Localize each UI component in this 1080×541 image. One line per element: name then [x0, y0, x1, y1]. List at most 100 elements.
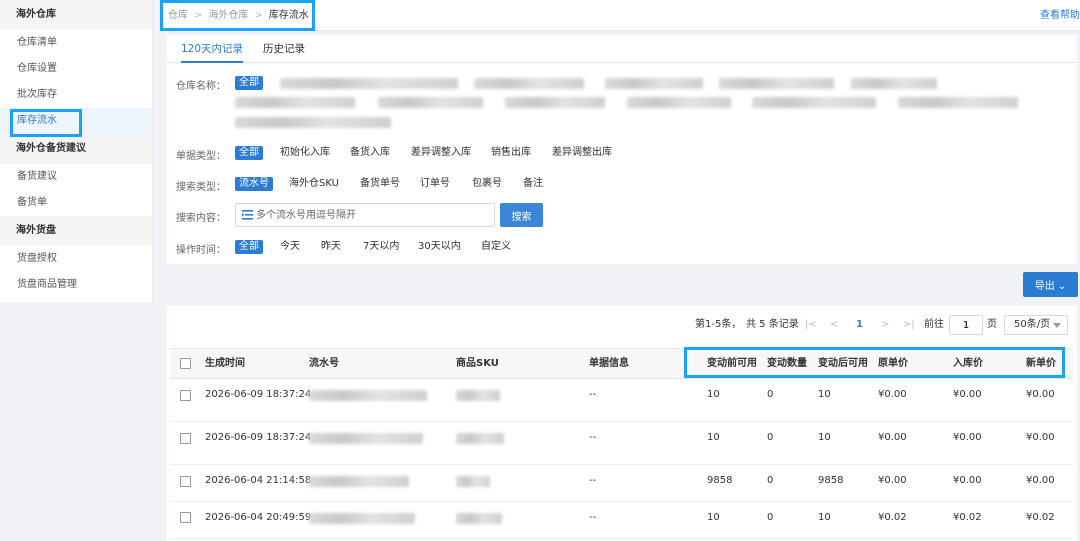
- op-time-chip-7days[interactable]: 7天以内: [359, 240, 403, 254]
- sidebar-group-overseas-warehouse: 海外仓库: [0, 0, 152, 30]
- doc-type-chip-adjust-in[interactable]: 差异调整入库: [407, 146, 475, 160]
- cell-before: 10: [707, 389, 720, 400]
- help-link[interactable]: 查看帮助: [1040, 0, 1080, 31]
- page-size-select[interactable]: 50条/页: [1004, 315, 1068, 335]
- tab-history[interactable]: 历史记录: [263, 35, 305, 63]
- export-button-label: 导出: [1034, 281, 1055, 292]
- cell-after: 10: [818, 389, 831, 400]
- op-time-chip-custom[interactable]: 自定义: [477, 240, 515, 254]
- col-header-orig-price: 原单价: [878, 358, 908, 369]
- cell-new-price: ¥0.00: [1026, 389, 1055, 400]
- cell-serial-redacted: [309, 513, 415, 524]
- search-box: [235, 203, 495, 227]
- warehouse-option-redacted[interactable]: [505, 97, 605, 108]
- breadcrumb-item-overseas[interactable]: 海外仓库: [208, 10, 248, 21]
- export-button[interactable]: 导出 ⌄: [1023, 272, 1078, 297]
- goto-page-input[interactable]: [949, 315, 983, 335]
- doc-type-chip-stock-in[interactable]: 备货入库: [346, 146, 394, 160]
- op-time-chip-all[interactable]: 全部: [235, 240, 263, 254]
- breadcrumb-separator: >: [194, 10, 203, 21]
- cell-time: 2026-06-04 20:49:59: [205, 512, 312, 523]
- page-number-current[interactable]: 1: [856, 313, 863, 337]
- row-checkbox[interactable]: [180, 390, 191, 401]
- table-row[interactable]: 2026-06-09 18:37:24 -- 10 0 10 ¥0.00 ¥0.…: [170, 380, 1073, 422]
- search-button[interactable]: 搜索: [500, 203, 543, 227]
- sidebar-item-warehouse-settings[interactable]: 仓库设置: [0, 56, 152, 82]
- warehouse-chip-all[interactable]: 全部: [235, 76, 263, 90]
- warehouse-option-redacted[interactable]: [851, 78, 937, 89]
- warehouse-option-redacted[interactable]: [752, 97, 876, 108]
- warehouse-label: 仓库名称：: [176, 81, 226, 92]
- warehouse-option-redacted[interactable]: [474, 78, 584, 89]
- search-type-chip-stock-order[interactable]: 备货单号: [356, 177, 404, 191]
- doc-type-chip-init-in[interactable]: 初始化入库: [276, 146, 334, 160]
- cell-new-price: ¥0.00: [1026, 432, 1055, 443]
- col-header-time: 生成时间: [205, 358, 245, 369]
- table-row[interactable]: 2026-06-04 20:49:59 -- 10 0 10 ¥0.02 ¥0.…: [170, 503, 1073, 539]
- sidebar-item-pallet-products[interactable]: 货盘商品管理: [0, 272, 152, 298]
- warehouse-option-redacted[interactable]: [235, 97, 355, 108]
- warehouse-option-redacted[interactable]: [280, 78, 458, 89]
- warehouse-option-redacted[interactable]: [605, 78, 703, 89]
- search-input[interactable]: [256, 204, 492, 226]
- cell-change: 0: [767, 475, 774, 486]
- col-header-in-price: 入库价: [953, 358, 983, 369]
- warehouse-option-redacted[interactable]: [235, 117, 391, 128]
- search-type-chip-sku[interactable]: 海外仓SKU: [285, 177, 343, 191]
- cell-serial-redacted: [309, 390, 427, 401]
- page-size-value: 50条/页: [1014, 319, 1051, 330]
- chevron-down-icon: ⌄: [1057, 281, 1067, 292]
- sidebar-item-inventory-flow[interactable]: 库存流水: [0, 108, 152, 134]
- search-type-chip-remark[interactable]: 备注: [519, 177, 547, 191]
- op-time-chip-30days[interactable]: 30天以内: [414, 240, 465, 254]
- row-checkbox[interactable]: [180, 433, 191, 444]
- row-checkbox[interactable]: [180, 512, 191, 523]
- row-checkbox[interactable]: [180, 476, 191, 487]
- sidebar-item-warehouse-list[interactable]: 仓库清单: [0, 30, 152, 56]
- table-row[interactable]: 2026-06-09 18:37:24 -- 10 0 10 ¥0.00 ¥0.…: [170, 423, 1073, 465]
- cell-sku-redacted: [456, 513, 502, 524]
- breadcrumb-item-warehouse[interactable]: 仓库: [168, 10, 188, 21]
- cell-in-price: ¥0.02: [953, 512, 982, 523]
- cell-before: 10: [707, 432, 720, 443]
- search-type-chip-package[interactable]: 包裹号: [468, 177, 506, 191]
- doc-type-chip-all[interactable]: 全部: [235, 146, 263, 160]
- table-row[interactable]: 2026-06-04 21:14:58 -- 9858 0 9858 ¥0.00…: [170, 466, 1073, 502]
- tab-120-days[interactable]: 120天内记录: [181, 35, 244, 63]
- warehouse-option-redacted[interactable]: [378, 97, 483, 108]
- col-header-sku: 商品SKU: [456, 358, 499, 369]
- doc-type-chip-adjust-out[interactable]: 差异调整出库: [548, 146, 616, 160]
- breadcrumb-item-current: 库存流水: [268, 10, 309, 21]
- op-time-chip-today[interactable]: 今天: [276, 240, 304, 254]
- record-tabs: 120天内记录 历史记录: [167, 35, 1077, 63]
- select-all-checkbox[interactable]: [180, 358, 191, 369]
- warehouse-option-redacted[interactable]: [627, 97, 731, 108]
- first-page-icon[interactable]: |<: [805, 313, 817, 337]
- doc-type-chip-sales-out[interactable]: 销售出库: [487, 146, 535, 160]
- cell-serial-redacted: [309, 476, 409, 487]
- search-type-chip-serial[interactable]: 流水号: [235, 177, 273, 191]
- cell-sku-redacted: [456, 476, 490, 487]
- goto-label: 前往: [924, 319, 944, 330]
- col-header-serial: 流水号: [309, 358, 339, 369]
- prev-page-icon[interactable]: <: [830, 313, 838, 337]
- warehouse-option-redacted[interactable]: [719, 78, 834, 89]
- op-time-chip-yesterday[interactable]: 昨天: [317, 240, 345, 254]
- pagination-range: 第1-5条，: [695, 319, 742, 330]
- search-type-chip-order[interactable]: 订单号: [416, 177, 454, 191]
- sidebar-item-batch-inventory[interactable]: 批次库存: [0, 82, 152, 108]
- sidebar-item-pallet-auth[interactable]: 货盘授权: [0, 246, 152, 272]
- top-bar: 仓库 > 海外仓库 > 库存流水 查看帮助: [161, 0, 1080, 31]
- next-page-icon[interactable]: >: [881, 313, 889, 337]
- last-page-icon[interactable]: >|: [903, 313, 915, 337]
- col-header-before: 变动前可用: [707, 358, 757, 369]
- cell-in-price: ¥0.00: [953, 389, 982, 400]
- page-unit-label: 页: [987, 319, 997, 330]
- sidebar-item-stocking-advice[interactable]: 备货建议: [0, 164, 152, 190]
- cell-change: 0: [767, 432, 774, 443]
- sidebar-item-stocking-order[interactable]: 备货单: [0, 190, 152, 216]
- breadcrumb: 仓库 > 海外仓库 > 库存流水: [168, 0, 309, 31]
- sidebar: 海外仓库 仓库清单 仓库设置 批次库存 库存流水 海外仓备货建议 备货建议 备货…: [0, 0, 153, 302]
- cell-in-price: ¥0.00: [953, 475, 982, 486]
- warehouse-option-redacted[interactable]: [898, 97, 1018, 108]
